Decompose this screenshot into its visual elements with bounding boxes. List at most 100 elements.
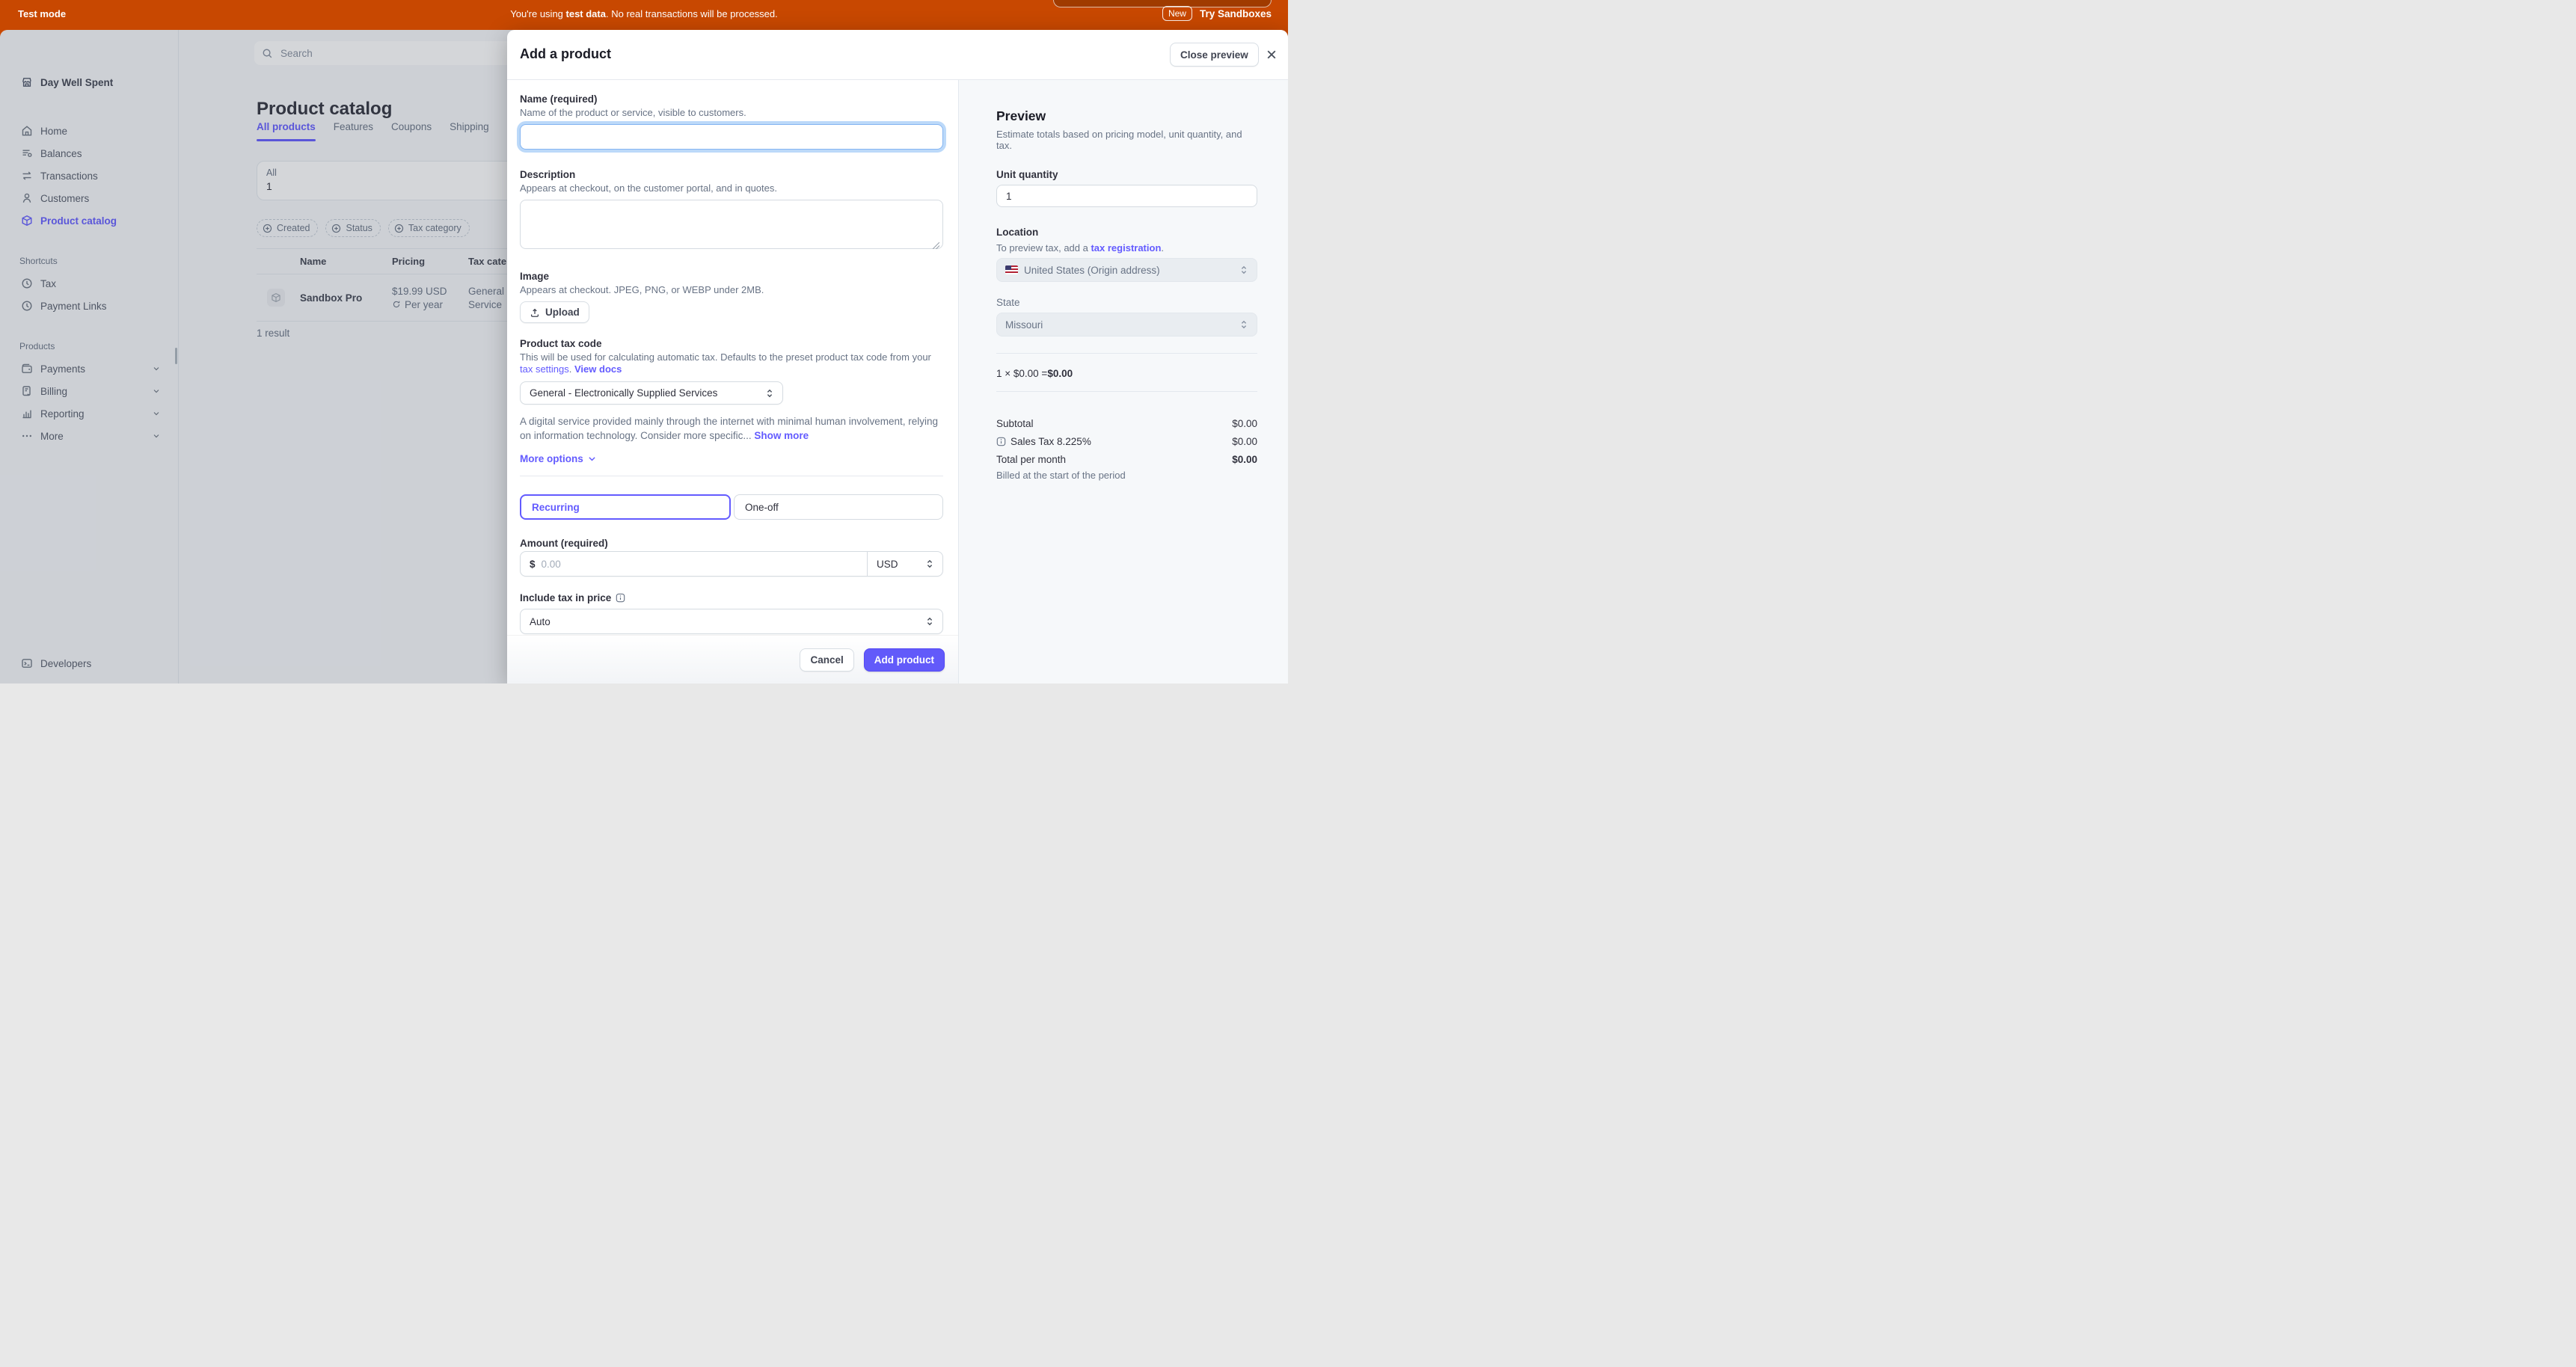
product-catalog-icon — [21, 215, 33, 227]
sidebar-item-product-catalog[interactable]: Product catalog — [0, 209, 178, 232]
add-product-button[interactable]: Add product — [864, 648, 945, 672]
tab-all-products[interactable]: All products — [257, 121, 316, 141]
upload-button[interactable]: Upload — [520, 301, 589, 323]
developers-entry: Developers — [0, 652, 178, 675]
show-more-link[interactable]: Show more — [754, 430, 809, 441]
message-suffix: . No real transactions will be processed… — [606, 8, 778, 19]
one-off-toggle[interactable]: One-off — [734, 494, 943, 520]
product-name: Sandbox Pro — [300, 292, 392, 304]
price-interval: Per year — [392, 299, 468, 310]
sidebar-item-label: More — [40, 431, 64, 442]
global-search[interactable] — [254, 41, 524, 65]
sidebar-item-billing[interactable]: Billing — [0, 380, 178, 402]
sidebar-item-label: Home — [40, 126, 67, 137]
name-label: Name (required) — [520, 93, 945, 105]
sidebar-item-label: Balances — [40, 148, 82, 159]
filter-tax-category[interactable]: Tax category — [388, 219, 470, 237]
tax-settings-link[interactable]: tax settings — [520, 363, 569, 375]
sidebar-item-label: Tax — [40, 278, 56, 289]
sidebar-item-label: Product catalog — [40, 215, 117, 227]
filter-status[interactable]: Status — [325, 219, 380, 237]
try-sandboxes-button[interactable]: Try Sandboxes — [1200, 8, 1272, 19]
amount-label: Amount (required) — [520, 538, 945, 549]
info-icon[interactable] — [996, 437, 1006, 446]
cancel-button[interactable]: Cancel — [800, 648, 853, 672]
products-section-label: Products — [0, 340, 178, 353]
tax-code-description: A digital service provided mainly throug… — [520, 414, 943, 443]
amount-input-group: $ USD — [520, 551, 943, 577]
sidebar-item-customers[interactable]: Customers — [0, 187, 178, 209]
preview-divider — [996, 353, 1257, 354]
tax-code-hint: This will be used for calculating automa… — [520, 351, 943, 375]
plus-circle-icon — [263, 224, 272, 233]
select-updown-icon — [1239, 319, 1249, 330]
sidebar-item-tax[interactable]: Tax — [0, 272, 178, 295]
recurring-toggle[interactable]: Recurring — [520, 494, 731, 520]
state-select[interactable]: Missouri — [996, 313, 1257, 337]
sidebar-item-label: Billing — [40, 386, 67, 397]
sidebar-item-home[interactable]: Home — [0, 120, 178, 142]
sidebar-item-payments[interactable]: Payments — [0, 357, 178, 380]
tax-code-select[interactable]: General - Electronically Supplied Servic… — [520, 381, 783, 405]
tax-registration-link[interactable]: tax registration — [1091, 242, 1161, 254]
country-select[interactable]: United States (Origin address) — [996, 258, 1257, 282]
close-preview-button[interactable]: Close preview — [1170, 43, 1259, 67]
preview-divider — [996, 391, 1257, 392]
search-input[interactable] — [279, 47, 516, 60]
unit-quantity-input[interactable] — [996, 185, 1257, 207]
sidebar-item-label: Reporting — [40, 408, 85, 420]
bar-chart-icon — [21, 408, 33, 420]
sidebar-item-payment-links[interactable]: Payment Links — [0, 295, 178, 317]
chevron-down-icon — [152, 409, 161, 418]
include-tax-select[interactable]: Auto — [520, 609, 943, 634]
amount-input[interactable] — [536, 552, 867, 576]
sidebar-scrollbar[interactable] — [175, 348, 177, 364]
tab-shipping[interactable]: Shipping — [450, 121, 489, 141]
image-label: Image — [520, 271, 945, 282]
balances-icon — [21, 147, 33, 159]
test-data-message: You're using test data. No real transact… — [0, 8, 1288, 19]
sidebar-nav: Home Balances Transactions Customers Pro… — [0, 120, 178, 447]
sidebar-item-reporting[interactable]: Reporting — [0, 402, 178, 425]
currency-select[interactable]: USD — [867, 552, 942, 576]
account-switcher[interactable]: Day Well Spent — [0, 70, 113, 94]
view-docs-link[interactable]: View docs — [574, 363, 622, 375]
total-per-month-row: Total per month $0.00 — [996, 452, 1257, 467]
tax-code-field-group: Product tax code This will be used for c… — [520, 338, 945, 443]
resize-handle-icon[interactable] — [933, 242, 939, 249]
currency-symbol: $ — [521, 552, 536, 576]
column-pricing: Pricing — [392, 256, 468, 267]
info-icon[interactable] — [616, 593, 625, 603]
sidebar-item-transactions[interactable]: Transactions — [0, 165, 178, 187]
catalog-tabs: All products Features Coupons Shipping — [257, 121, 489, 141]
us-flag-icon — [1005, 265, 1018, 274]
sidebar-item-more[interactable]: More — [0, 425, 178, 447]
sidebar-item-developers[interactable]: Developers — [0, 652, 178, 675]
more-options-link[interactable]: More options — [520, 453, 945, 464]
clock-icon — [21, 300, 33, 312]
include-tax-field-group: Include tax in price Auto — [520, 592, 945, 634]
wallet-icon — [21, 363, 33, 375]
customers-icon — [21, 192, 33, 204]
image-field-group: Image Appears at checkout. JPEG, PNG, or… — [520, 271, 945, 323]
filter-created[interactable]: Created — [257, 219, 318, 237]
description-textarea[interactable] — [520, 200, 943, 249]
home-icon — [21, 125, 33, 137]
store-icon — [21, 76, 33, 88]
transactions-icon — [21, 170, 33, 182]
close-icon[interactable] — [1266, 49, 1278, 61]
preview-panel: Preview Estimate totals based on pricing… — [958, 80, 1288, 684]
filter-label: Tax category — [408, 223, 461, 233]
select-updown-icon — [924, 616, 935, 627]
plus-circle-icon — [394, 224, 404, 233]
sidebar-item-label: Developers — [40, 658, 91, 669]
tab-features[interactable]: Features — [334, 121, 373, 141]
state-label: State — [996, 297, 1257, 308]
column-name: Name — [300, 256, 392, 267]
subtotal-row: Subtotal $0.00 — [996, 416, 1257, 431]
description-field-group: Description Appears at checkout, on the … — [520, 169, 945, 253]
sidebar-item-balances[interactable]: Balances — [0, 142, 178, 165]
tab-coupons[interactable]: Coupons — [391, 121, 432, 141]
name-input[interactable] — [520, 124, 943, 150]
sidebar-item-label: Transactions — [40, 171, 98, 182]
